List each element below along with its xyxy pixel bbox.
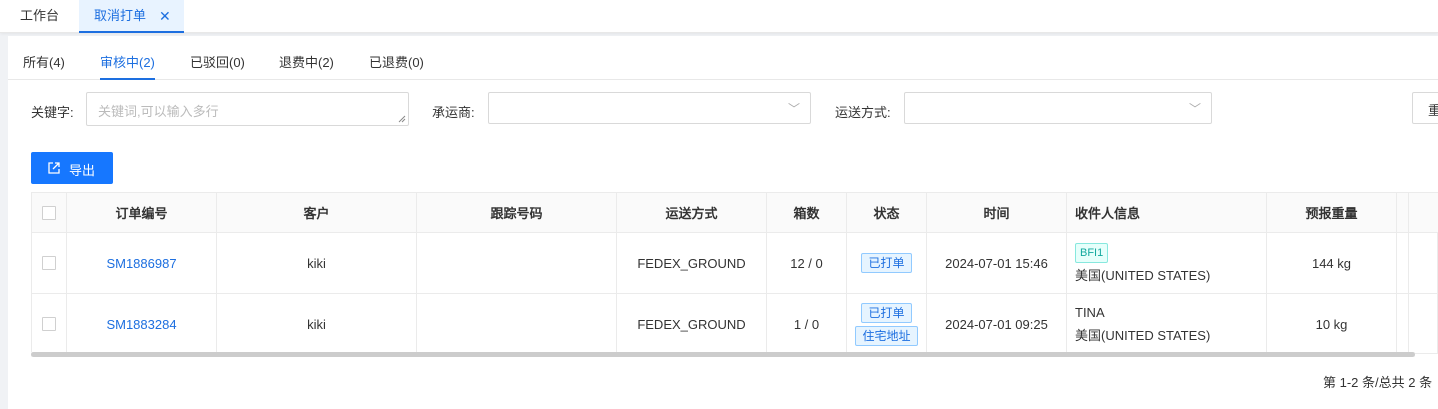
select-all-cell — [32, 193, 67, 232]
boxes-cell: 12 / 0 — [767, 233, 847, 293]
header-extra — [1397, 193, 1409, 232]
row-checkbox[interactable] — [42, 256, 56, 270]
chevron-down-icon: ﹀ — [1188, 102, 1201, 116]
tab-cancel-print-label: 取消打单 — [94, 8, 147, 23]
status-cell: 已打单 — [847, 233, 927, 293]
tab-cancel-print[interactable]: 取消打单 ✕ — [79, 0, 184, 33]
row-checkbox[interactable] — [42, 317, 56, 331]
order-link[interactable]: SM1886987 — [67, 233, 217, 293]
header-weight: 预报重量 — [1267, 193, 1397, 232]
status-tabs: 所有(4) 审核中(2) 已驳回(0) 退费中(2) 已退费(0) — [8, 36, 1438, 80]
pagination-total: 第 1-2 条/总共 2 条 — [1323, 375, 1433, 390]
recipient-country: 美国(UNITED STATES) — [1075, 327, 1211, 343]
warehouse-badge: BFI1 — [1075, 242, 1109, 263]
carrier-label: 承运商: — [432, 105, 475, 120]
subtab-rejected[interactable]: 已驳回(0) — [190, 52, 245, 80]
residential-badge: 住宅地址 — [855, 325, 918, 346]
header-recipient: 收件人信息 — [1067, 193, 1267, 232]
time-cell: 2024-07-01 09:25 — [927, 294, 1067, 354]
extra-cell-2 — [1409, 294, 1438, 354]
row-select-cell — [32, 233, 67, 293]
header-tracking: 跟踪号码 — [417, 193, 617, 232]
recipient-cell: TINA 美国(UNITED STATES) — [1067, 294, 1267, 354]
boxes-cell: 1 / 0 — [767, 294, 847, 354]
shipping-method-select[interactable]: ﹀ — [904, 92, 1212, 124]
weight-cell: 144 kg — [1267, 233, 1397, 293]
keyword-label: 关键字: — [31, 105, 74, 120]
extra-cell-2 — [1409, 233, 1438, 293]
recipient-name: TINA — [1075, 304, 1105, 320]
header-boxes: 箱数 — [767, 193, 847, 232]
tab-workbench[interactable]: 工作台 — [0, 0, 79, 33]
recipient-cell: BFI1 美国(UNITED STATES) — [1067, 233, 1267, 293]
order-link[interactable]: SM1883284 — [67, 294, 217, 354]
time-cell: 2024-07-01 15:46 — [927, 233, 1067, 293]
keyword-input[interactable]: 关键词,可以输入多行 — [86, 92, 409, 126]
reset-button[interactable]: 重 — [1412, 92, 1438, 124]
customer-cell: kiki — [217, 294, 417, 354]
subtab-refunding[interactable]: 退费中(2) — [279, 52, 334, 80]
horizontal-scrollbar[interactable] — [31, 352, 1415, 357]
shipping-method-label: 运送方式: — [835, 105, 891, 120]
extra-cell — [1397, 294, 1409, 354]
subtab-refunded[interactable]: 已退费(0) — [369, 52, 424, 80]
close-icon[interactable]: ✕ — [159, 0, 171, 32]
customer-cell: kiki — [217, 233, 417, 293]
header-status: 状态 — [847, 193, 927, 232]
header-extra-2 — [1409, 193, 1438, 232]
subtab-reviewing[interactable]: 审核中(2) — [100, 52, 155, 80]
tracking-cell — [417, 233, 617, 293]
main-panel: 所有(4) 审核中(2) 已驳回(0) 退费中(2) 已退费(0) 关键字: 关… — [8, 36, 1438, 409]
row-select-cell — [32, 294, 67, 354]
select-all-checkbox[interactable] — [42, 205, 56, 220]
chevron-down-icon: ﹀ — [787, 102, 800, 116]
extra-cell — [1397, 233, 1409, 293]
shipping-cell: FEDEX_GROUND — [617, 294, 767, 354]
header-time: 时间 — [927, 193, 1067, 232]
orders-table: 订单编号 客户 跟踪号码 运送方式 箱数 状态 时间 收件人信息 预报重量 SM… — [31, 192, 1438, 354]
tab-bar: 工作台 取消打单 ✕ — [0, 0, 1438, 33]
export-icon — [48, 162, 60, 174]
carrier-select[interactable]: ﹀ — [488, 92, 811, 124]
status-badge: 已打单 — [861, 302, 912, 323]
header-customer: 客户 — [217, 193, 417, 232]
keyword-placeholder: 关键词,可以输入多行 — [98, 104, 219, 119]
export-button[interactable]: 导出 — [31, 152, 113, 184]
subtab-all[interactable]: 所有(4) — [23, 52, 65, 80]
status-cell: 已打单 住宅地址 — [847, 294, 927, 354]
recipient-country: 美国(UNITED STATES) — [1075, 267, 1211, 283]
status-badge: 已打单 — [861, 253, 912, 273]
header-shipping: 运送方式 — [617, 193, 767, 232]
export-button-label: 导出 — [69, 163, 96, 178]
weight-cell: 10 kg — [1267, 294, 1397, 354]
header-order-no: 订单编号 — [67, 193, 217, 232]
tracking-cell — [417, 294, 617, 354]
shipping-cell: FEDEX_GROUND — [617, 233, 767, 293]
scrollbar-thumb[interactable] — [31, 352, 1415, 357]
resize-grip-icon[interactable] — [398, 115, 406, 123]
